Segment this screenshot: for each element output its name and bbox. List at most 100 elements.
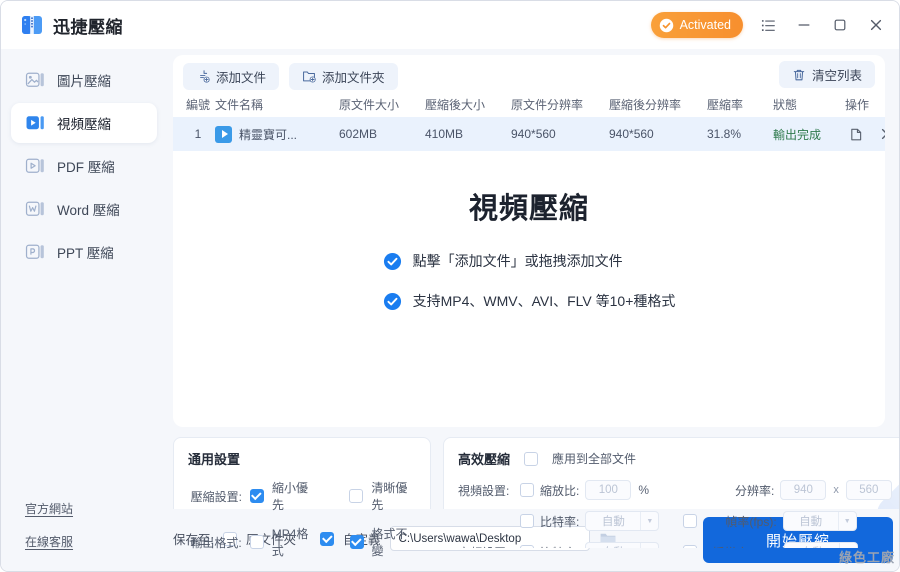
activated-badge[interactable]: Activated [650, 12, 743, 38]
keep-format-label: 格式不變 [371, 527, 408, 558]
column-header-orig-size: 原文件大小 [339, 97, 400, 112]
sidebar-item-word-compress[interactable]: Word 壓縮 [11, 189, 157, 229]
folder-plus-icon [302, 69, 316, 83]
sidebar-item-label: PDF 壓縮 [57, 160, 115, 175]
sidebar-item-label: PPT 壓縮 [57, 246, 114, 261]
checkbox-video-bitrate[interactable] [520, 514, 534, 528]
video-bitrate-select[interactable]: 自動 ▼ [585, 511, 660, 531]
sidebar-item-video-compress[interactable]: 視頻壓縮 [11, 103, 157, 143]
sidebar: 圖片壓縮 視頻壓縮 PDF 壓縮 Word 壓縮 PPT 壓縮 官方網站 在線客… [1, 49, 169, 571]
hero-bullet: 支持MP4、WMV、AVI、FLV 等10+種格式 [383, 291, 676, 311]
sidebar-item-ppt-compress[interactable]: PPT 壓縮 [11, 232, 157, 272]
list-menu-icon[interactable] [757, 14, 779, 36]
video-compress-icon [25, 113, 46, 134]
table-row[interactable]: 1 精靈寶可... 602MB 410MB 940*560 940*560 31… [173, 117, 885, 151]
word-compress-icon [25, 199, 46, 220]
add-file-label: 添加文件 [216, 70, 267, 85]
add-file-button[interactable]: 添加文件 [183, 62, 280, 90]
open-folder-icon[interactable] [849, 127, 864, 142]
scale-unit: % [638, 483, 650, 497]
check-circle-icon [383, 252, 402, 271]
close-icon[interactable] [865, 14, 887, 36]
maximize-icon[interactable] [829, 14, 851, 36]
official-website-link[interactable]: 官方網站 [25, 500, 73, 517]
table-header: 編號 文件名稱 原文件大小 壓縮後大小 原文件分辨率 壓縮後分辨率 壓縮率 狀態… [173, 91, 885, 117]
column-header-filename: 文件名稱 [215, 97, 264, 112]
row-compressed-resolution: 940*560 [609, 127, 654, 141]
checkbox-quality-priority[interactable] [349, 489, 364, 503]
video-bitrate-row: 比特率: 自動 ▼ 幀率(fps): 自動 ▼ [458, 511, 899, 531]
checkbox-framerate[interactable] [683, 514, 698, 528]
hero-bullet: 點擊「添加文件」或拖拽添加文件 [383, 251, 676, 271]
hero-bullets: 點擊「添加文件」或拖拽添加文件 支持MP4、WMV、AVI、FLV 等10+種格… [383, 251, 676, 311]
brand: 迅捷壓縮 [1, 13, 123, 38]
clear-list-label: 清空列表 [811, 69, 862, 83]
checkbox-keep-format[interactable] [349, 535, 364, 549]
framerate-select[interactable]: 自動 ▼ [782, 511, 857, 531]
checkbox-scale[interactable] [520, 483, 534, 497]
hero-section: 視頻壓縮 點擊「添加文件」或拖拽添加文件 支持MP4、WMV、AVI、FLV 等… [173, 185, 885, 311]
sidebar-item-label: 圖片壓縮 [57, 74, 111, 89]
app-window: 迅捷壓縮 Activated 圖片壓縮 視頻壓縮 PDF 壓縮 Word 壓縮 … [0, 0, 900, 572]
remove-x-icon[interactable] [880, 127, 885, 141]
column-header-ratio: 壓縮率 [707, 97, 744, 112]
advanced-settings-header: 高效壓縮 應用到全部文件 [458, 449, 899, 468]
checkbox-apply-all[interactable] [524, 451, 539, 466]
general-settings-title: 通用設置 [188, 452, 241, 467]
row-operations [845, 127, 885, 142]
output-format-row: 輸出格式: MP4格式 格式不變 [188, 525, 416, 559]
row-orig-size: 602MB [339, 127, 378, 141]
window-controls: Activated [650, 1, 887, 49]
resolution-separator: x [833, 484, 839, 496]
sidebar-item-label: 視頻壓縮 [57, 117, 111, 132]
file-toolbar: 添加文件 添加文件夾 清空列表 [173, 55, 885, 91]
row-ratio: 31.8% [707, 127, 742, 141]
sidebar-nav: 圖片壓縮 視頻壓縮 PDF 壓縮 Word 壓縮 PPT 壓縮 [1, 49, 169, 272]
sidebar-item-label: Word 壓縮 [57, 203, 120, 218]
title-bar: 迅捷壓縮 Activated [1, 1, 899, 49]
sidebar-item-pdf-compress[interactable]: PDF 壓縮 [11, 146, 157, 186]
column-header-operations: 操作 [845, 97, 870, 112]
resolution-width-input[interactable]: 940 [780, 480, 827, 500]
sidebar-item-image-compress[interactable]: 圖片壓縮 [11, 60, 157, 100]
checkbox-size-priority[interactable] [249, 489, 264, 503]
compression-setting-row: 壓縮設置: 縮小優先 清晰優先 [188, 479, 416, 513]
row-orig-resolution: 940*560 [511, 127, 556, 141]
hero-bullet-label: 支持MP4、WMV、AVI、FLV 等10+種格式 [412, 293, 676, 309]
file-plus-icon [196, 69, 210, 83]
column-header-orig-resolution: 原文件分辨率 [511, 97, 584, 112]
framerate-value: 自動 [799, 516, 823, 528]
video-settings-label: 視頻設置: [458, 483, 510, 498]
activated-label: Activated [679, 18, 731, 32]
row-compressed-size: 410MB [425, 127, 464, 141]
online-support-link[interactable]: 在線客服 [25, 533, 73, 550]
video-bitrate-label: 比特率: [540, 514, 580, 529]
checkbox-mp4-format[interactable] [249, 535, 264, 549]
check-circle-icon [659, 18, 674, 33]
row-filename-cell: 精靈寶可... [215, 125, 339, 143]
size-priority-label: 縮小優先 [271, 481, 308, 512]
page-title: 視頻壓縮 [468, 193, 589, 225]
clear-list-button[interactable]: 清空列表 [778, 61, 875, 88]
audio-bitrate-select[interactable]: 自動 ▼ [585, 542, 660, 548]
framerate-label: 幀率(fps): [725, 514, 777, 529]
column-header-compressed-resolution: 壓縮後分辨率 [609, 97, 682, 112]
image-compress-icon [25, 70, 46, 91]
file-list-card: 添加文件 添加文件夾 清空列表 編號 文件名稱 原文件大小 壓縮後大小 原文件分… [173, 55, 885, 427]
minimize-icon[interactable] [793, 14, 815, 36]
resolution-height-input[interactable]: 560 [845, 480, 892, 500]
chevron-down-icon: ▼ [837, 512, 856, 530]
add-folder-button[interactable]: 添加文件夾 [289, 62, 398, 90]
row-index: 1 [194, 127, 202, 141]
scale-input[interactable]: 100 [585, 480, 632, 500]
zip-compress-icon [20, 13, 44, 37]
samplerate-select[interactable]: 自動 ▼ [784, 542, 859, 548]
apply-all-label: 應用到全部文件 [552, 452, 637, 466]
video-scale-row: 視頻設置: 縮放比: 100 % 分辨率: 940 x 560 [458, 480, 899, 500]
ppt-compress-icon [25, 242, 46, 263]
main-content: 添加文件 添加文件夾 清空列表 編號 文件名稱 原文件大小 壓縮後大小 原文件分… [169, 49, 899, 571]
mp4-format-label: MP4格式 [271, 527, 309, 558]
chevron-down-icon: ▼ [640, 512, 658, 530]
compression-setting-label: 壓縮設置: [190, 489, 242, 504]
general-settings-panel: 通用設置 壓縮設置: 縮小優先 清晰優先 輸出格式: MP4格式 格式不變 [173, 437, 431, 558]
